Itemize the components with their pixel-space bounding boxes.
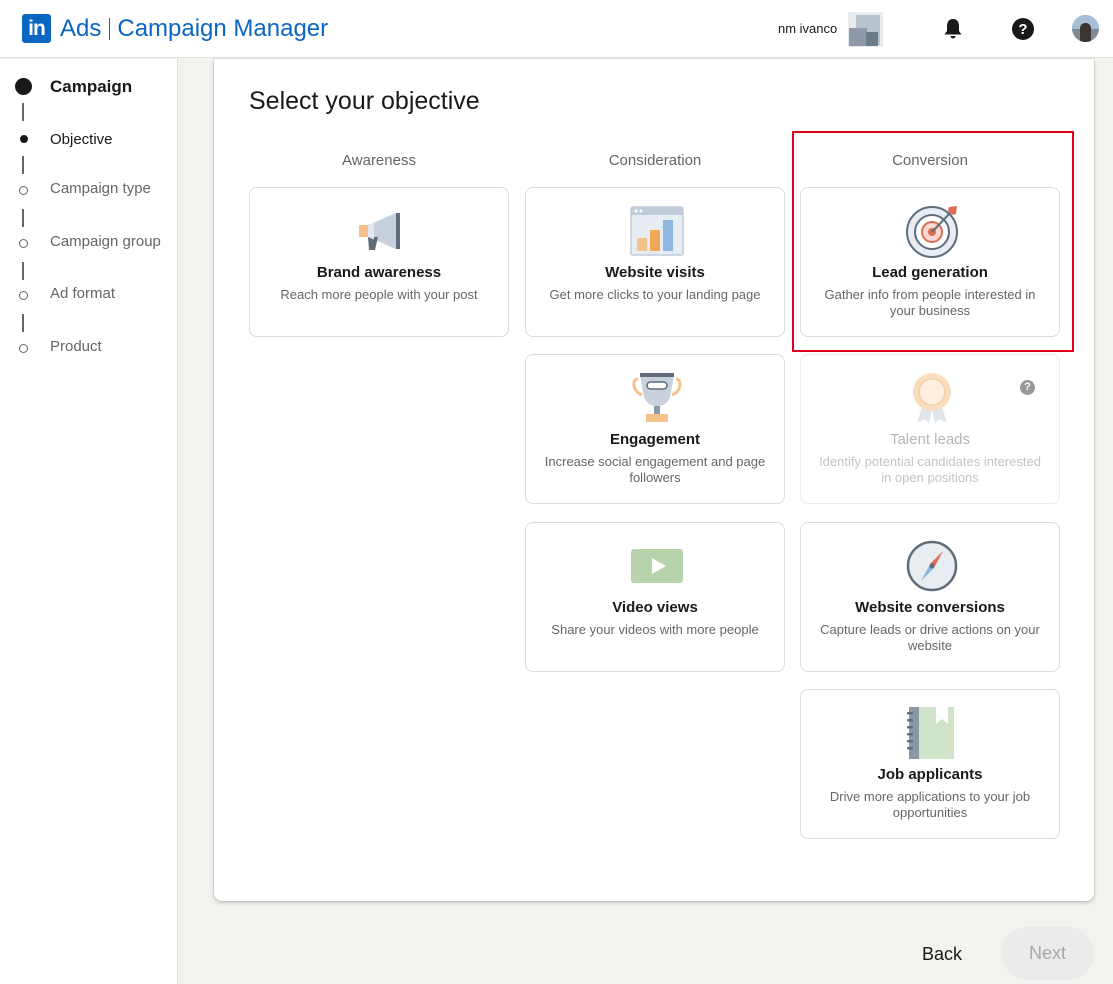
- objective-title: Brand awareness: [316, 264, 442, 281]
- compass-icon: [906, 540, 958, 592]
- svg-text:?: ?: [1018, 21, 1027, 38]
- account-thumbnail[interactable]: [848, 12, 883, 47]
- objective-title: Lead generation: [872, 264, 988, 281]
- avatar[interactable]: [1072, 15, 1099, 42]
- step-dot: [19, 239, 28, 248]
- step-dot: [19, 344, 28, 353]
- objective-description: Increase social engagement and page foll…: [544, 454, 766, 485]
- brand-logo[interactable]: in Ads Campaign Manager: [22, 14, 328, 43]
- brand-ads-text: Ads: [60, 14, 102, 42]
- objective-video-views[interactable]: Video views Share your videos with more …: [525, 522, 785, 672]
- trophy-icon: [632, 373, 682, 422]
- objective-engagement[interactable]: Engagement Increase social engagement an…: [525, 354, 785, 504]
- step-connector: [22, 103, 24, 121]
- column-heading-consideration: Consideration: [608, 152, 702, 169]
- objective-title: Website visits: [605, 264, 705, 281]
- step-ad-format: Ad format: [0, 282, 178, 306]
- step-label: Campaign type: [50, 180, 151, 197]
- column-heading-conversion: Conversion: [892, 152, 968, 169]
- brand-product-text: Campaign Manager: [117, 14, 329, 42]
- step-connector: [22, 209, 24, 227]
- objective-title: Website conversions: [855, 599, 1005, 616]
- step-connector: [22, 314, 24, 332]
- objective-job-applicants[interactable]: Job applicants Drive more applications t…: [800, 689, 1060, 839]
- objective-website-visits[interactable]: Website visits Get more clicks to your l…: [525, 187, 785, 337]
- objective-description: Reach more people with your post: [280, 287, 478, 302]
- objective-description: Share your videos with more people: [551, 622, 759, 637]
- step-dot: [19, 186, 28, 195]
- objective-description: Drive more applications to your job oppo…: [829, 789, 1031, 820]
- objective-title: Talent leads: [889, 431, 971, 448]
- linkedin-logo-icon: in: [22, 14, 51, 43]
- help-icon[interactable]: ?: [1010, 16, 1036, 42]
- objective-title: Video views: [612, 599, 698, 616]
- step-label: Objective: [50, 131, 113, 148]
- target-icon: [906, 206, 958, 258]
- step-campaign-group: Campaign group: [0, 230, 178, 254]
- notebook-icon: [907, 707, 954, 759]
- objective-description: Gather info from people interested in yo…: [824, 287, 1036, 318]
- column-heading-awareness: Awareness: [342, 152, 416, 169]
- step-dot: [20, 135, 28, 143]
- objective-lead-generation[interactable]: Lead generation Gather info from people …: [800, 187, 1060, 337]
- objective-card: Select your objective Awareness Consider…: [214, 59, 1094, 901]
- brand-divider: [109, 17, 111, 40]
- play-icon: [631, 549, 683, 583]
- page-title: Select your objective: [249, 87, 480, 115]
- back-button[interactable]: Back: [905, 930, 979, 978]
- objective-talent-leads: ? Talent leads Identify potential candid…: [800, 354, 1060, 504]
- campaign-steps-sidebar: Campaign Objective Campaign type Campaig…: [0, 59, 178, 984]
- objective-title: Job applicants: [877, 766, 983, 783]
- next-button[interactable]: Next: [1001, 927, 1094, 980]
- top-header: in Ads Campaign Manager nm ivanco ?: [0, 0, 1113, 58]
- account-name[interactable]: nm ivanco: [778, 21, 837, 36]
- step-product: Product: [0, 335, 178, 359]
- help-icon[interactable]: ?: [1020, 380, 1035, 395]
- step-campaign-type: Campaign type: [0, 177, 178, 201]
- objective-description: Identify potential candidates interested…: [819, 454, 1041, 485]
- bell-icon[interactable]: [940, 16, 966, 42]
- megaphone-icon: [359, 213, 400, 250]
- objective-brand-awareness[interactable]: Brand awareness Reach more people with y…: [249, 187, 509, 337]
- badge-icon: [913, 373, 951, 424]
- objective-description: Capture leads or drive actions on your w…: [820, 622, 1040, 653]
- bar-chart-icon: [630, 206, 684, 256]
- step-connector: [22, 262, 24, 280]
- step-label: Product: [50, 338, 102, 355]
- objective-title: Engagement: [609, 431, 700, 448]
- step-dot: [19, 291, 28, 300]
- objective-description: Get more clicks to your landing page: [549, 287, 761, 302]
- objective-website-conversions[interactable]: Website conversions Capture leads or dri…: [800, 522, 1060, 672]
- step-label: Campaign group: [50, 233, 161, 250]
- step-label: Ad format: [50, 285, 116, 302]
- step-objective[interactable]: Objective: [0, 59, 178, 148]
- step-connector: [22, 156, 24, 174]
